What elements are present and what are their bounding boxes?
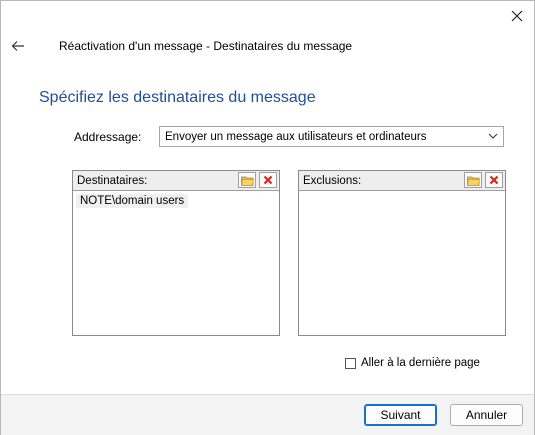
recipients-add-button[interactable] [238,172,256,188]
goto-last-page-checkbox[interactable] [345,357,356,369]
exclusions-header: Exclusions: [299,171,505,191]
goto-last-page-label[interactable]: Aller à la dernière page [361,357,480,369]
recipients-header: Destinataires: [73,171,279,191]
wizard-window: Réactivation d'un message - Destinataire… [0,0,535,435]
cancel-button[interactable]: Annuler [450,404,523,426]
goto-last-page-option[interactable]: Aller à la dernière page [345,357,480,369]
recipients-list[interactable]: NOTE\domain users [73,191,279,208]
delete-x-icon [263,175,273,185]
chevron-down-icon [488,133,498,139]
close-icon [511,10,523,22]
addressing-selected-value: Envoyer un message aux utilisateurs et o… [165,130,427,143]
window-title: Réactivation d'un message - Destinataire… [59,39,353,53]
exclusions-header-label: Exclusions: [303,174,362,187]
folder-icon [466,176,480,186]
page-heading: Spécifiez les destinataires du message [39,89,316,106]
recipients-header-label: Destinataires: [77,174,148,187]
exclusions-add-button[interactable] [464,172,482,188]
exclusions-remove-button[interactable] [485,172,503,188]
back-button[interactable] [9,38,27,54]
back-arrow-icon [11,41,24,51]
close-button[interactable] [508,7,526,25]
exclusions-panel: Exclusions: [298,170,506,336]
footer-bar: Suivant Annuler [1,394,534,435]
delete-x-icon [489,175,499,185]
list-item[interactable]: NOTE\domain users [76,194,189,208]
addressing-dropdown[interactable]: Envoyer un message aux utilisateurs et o… [159,126,504,147]
addressing-label: Addressage: [74,130,142,144]
next-button[interactable]: Suivant [364,404,437,426]
recipients-panel: Destinataires: NOTE\domain users [72,170,280,336]
folder-icon [240,176,254,186]
recipients-remove-button[interactable] [259,172,277,188]
